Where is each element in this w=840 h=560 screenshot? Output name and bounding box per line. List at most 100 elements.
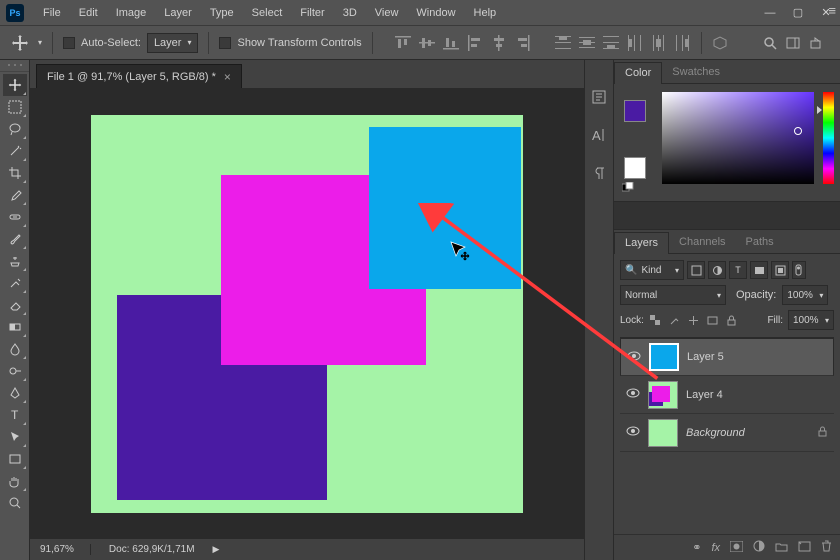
filter-type-icon[interactable]: T: [729, 261, 747, 279]
magic-wand-tool[interactable]: [3, 140, 27, 162]
menu-3d[interactable]: 3D: [334, 7, 366, 19]
default-colors-icon[interactable]: [622, 182, 636, 192]
new-layer-icon[interactable]: [798, 541, 811, 555]
eraser-tool[interactable]: [3, 294, 27, 316]
align-left-icon[interactable]: [467, 35, 483, 51]
layer-mask-icon[interactable]: [730, 541, 743, 555]
history-brush-tool[interactable]: [3, 272, 27, 294]
3d-mode-icon[interactable]: [712, 35, 728, 51]
path-select-tool[interactable]: [3, 426, 27, 448]
layer-row[interactable]: Layer 4: [620, 376, 834, 414]
layer-name[interactable]: Layer 5: [687, 351, 724, 363]
link-layers-icon[interactable]: ⚭: [692, 541, 701, 554]
distribute-bottom-icon[interactable]: [603, 35, 619, 51]
menu-type[interactable]: Type: [201, 7, 243, 19]
menu-layer[interactable]: Layer: [155, 7, 201, 19]
align-top-icon[interactable]: [395, 35, 411, 51]
lasso-tool[interactable]: [3, 118, 27, 140]
workspace-icon[interactable]: [783, 33, 803, 53]
show-transform-checkbox[interactable]: [219, 37, 231, 49]
layer-thumbnail[interactable]: [648, 381, 678, 409]
move-tool[interactable]: [3, 74, 27, 96]
menu-select[interactable]: Select: [243, 7, 292, 19]
fill-field[interactable]: 100%▾: [788, 310, 834, 330]
background-color-swatch[interactable]: [624, 157, 646, 179]
maximize-button[interactable]: ▢: [784, 2, 812, 24]
character-panel-icon[interactable]: A: [588, 124, 610, 146]
marquee-tool[interactable]: [3, 96, 27, 118]
close-tab-icon[interactable]: ×: [224, 70, 231, 84]
layer-filter-kind-dropdown[interactable]: 🔍Kind▾: [620, 260, 684, 280]
blur-tool[interactable]: [3, 338, 27, 360]
layer-thumbnail[interactable]: [649, 343, 679, 371]
menu-file[interactable]: File: [34, 7, 70, 19]
filter-smart-icon[interactable]: [771, 261, 789, 279]
status-chevron-icon[interactable]: ▶: [213, 544, 220, 555]
menu-edit[interactable]: Edit: [70, 7, 107, 19]
color-field[interactable]: [662, 92, 814, 184]
distribute-top-icon[interactable]: [555, 35, 571, 51]
distribute-right-icon[interactable]: [675, 35, 691, 51]
hand-tool[interactable]: [3, 470, 27, 492]
layer-style-icon[interactable]: fx: [711, 542, 720, 554]
tab-swatches[interactable]: Swatches: [662, 62, 730, 83]
zoom-tool[interactable]: [3, 492, 27, 514]
distribute-hcenter-icon[interactable]: [651, 35, 667, 51]
layer-thumbnail[interactable]: [648, 419, 678, 447]
menu-filter[interactable]: Filter: [291, 7, 333, 19]
layer-row[interactable]: Layer 5: [620, 338, 834, 376]
tab-layers[interactable]: Layers: [614, 232, 669, 254]
tab-channels[interactable]: Channels: [669, 232, 735, 253]
tab-color[interactable]: Color: [614, 62, 662, 84]
clone-stamp-tool[interactable]: [3, 250, 27, 272]
lock-transparency-icon[interactable]: [649, 313, 663, 327]
brush-tool[interactable]: [3, 228, 27, 250]
filter-toggle-switch[interactable]: [792, 261, 806, 279]
gradient-tool[interactable]: [3, 316, 27, 338]
status-docsize[interactable]: Doc: 629,9K/1,71M: [109, 544, 195, 555]
eyedropper-tool[interactable]: [3, 184, 27, 206]
opacity-field[interactable]: 100%▾: [782, 285, 828, 305]
lock-pixels-icon[interactable]: [668, 313, 682, 327]
dodge-tool[interactable]: [3, 360, 27, 382]
foreground-color-swatch[interactable]: [624, 100, 646, 122]
auto-select-checkbox[interactable]: [63, 37, 75, 49]
align-hcenter-icon[interactable]: [491, 35, 507, 51]
filter-adjustment-icon[interactable]: [708, 261, 726, 279]
status-zoom[interactable]: 91,67%: [40, 544, 91, 555]
menu-image[interactable]: Image: [107, 7, 156, 19]
distribute-vcenter-icon[interactable]: [579, 35, 595, 51]
layer-row[interactable]: Background: [620, 414, 834, 452]
lock-all-icon[interactable]: [725, 313, 739, 327]
adjustment-layer-icon[interactable]: [753, 540, 765, 555]
type-tool[interactable]: T: [3, 404, 27, 426]
visibility-toggle[interactable]: [626, 388, 640, 401]
menu-window[interactable]: Window: [407, 7, 464, 19]
menu-help[interactable]: Help: [465, 7, 506, 19]
history-panel-icon[interactable]: [588, 86, 610, 108]
color-selector-ring[interactable]: [794, 127, 802, 135]
layer-name[interactable]: Layer 4: [686, 389, 723, 401]
lock-artboard-icon[interactable]: [706, 313, 720, 327]
auto-select-target-dropdown[interactable]: Layer▾: [147, 33, 199, 53]
lock-position-icon[interactable]: [687, 313, 701, 327]
align-bottom-icon[interactable]: [443, 35, 459, 51]
document-tab[interactable]: File 1 @ 91,7% (Layer 5, RGB/8) * ×: [36, 64, 242, 88]
search-icon[interactable]: [760, 33, 780, 53]
blend-mode-dropdown[interactable]: Normal▾: [620, 285, 726, 305]
filter-shape-icon[interactable]: [750, 261, 768, 279]
visibility-toggle[interactable]: [627, 351, 641, 364]
group-icon[interactable]: [775, 541, 788, 555]
canvas-viewport[interactable]: [30, 88, 584, 538]
tab-paths[interactable]: Paths: [736, 232, 784, 253]
minimize-button[interactable]: —: [756, 2, 784, 24]
filter-pixel-icon[interactable]: [687, 261, 705, 279]
paragraph-panel-icon[interactable]: [588, 162, 610, 184]
layers-panel-menu-icon[interactable]: ≡: [828, 3, 836, 18]
healing-tool[interactable]: [3, 206, 27, 228]
align-vcenter-icon[interactable]: [419, 35, 435, 51]
canvas[interactable]: [91, 115, 523, 513]
rectangle-tool[interactable]: [3, 448, 27, 470]
visibility-toggle[interactable]: [626, 426, 640, 439]
layer-name[interactable]: Background: [686, 427, 745, 439]
